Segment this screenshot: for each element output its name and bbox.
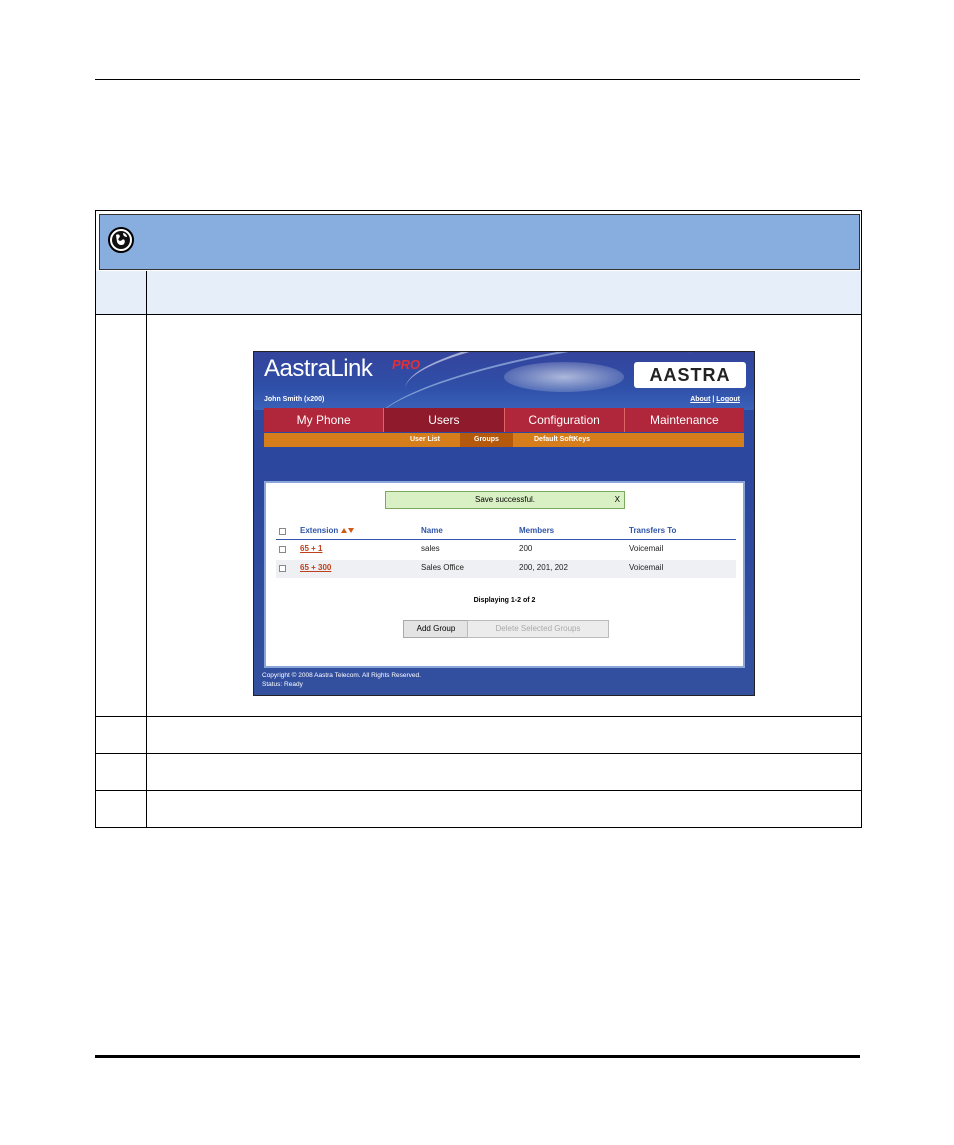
extension-link[interactable]: 65 + 300 <box>300 563 331 572</box>
col-name-header: Name <box>421 526 443 535</box>
main-nav: My Phone Users Configuration Maintenance <box>264 408 744 432</box>
about-link[interactable]: About <box>690 396 710 403</box>
header-rule <box>95 79 860 80</box>
sort-asc-icon <box>341 528 348 533</box>
table-row <box>95 717 862 754</box>
table-row <box>276 560 736 578</box>
copyright-text: Copyright © 2008 Aastra Telecom. All Rig… <box>262 672 421 679</box>
table-row <box>95 791 862 828</box>
sort-desc-icon <box>348 528 355 533</box>
footer-rule <box>95 1055 860 1058</box>
row-checkbox[interactable] <box>279 546 286 553</box>
select-all-checkbox[interactable] <box>279 528 286 535</box>
app-footer: Copyright © 2008 Aastra Telecom. All Rig… <box>262 671 421 689</box>
close-message-button[interactable]: X <box>615 492 620 508</box>
step-number-cell <box>96 791 147 827</box>
groups-panel: Save successful. X Extension Name Member… <box>264 481 745 668</box>
brand-suffix: PRO <box>392 357 421 372</box>
group-members: 200 <box>519 544 533 553</box>
group-name: Sales Office <box>421 563 464 572</box>
group-name: sales <box>421 544 440 553</box>
brand-title: AastraLink <box>264 355 373 382</box>
link-separator: | <box>712 396 715 403</box>
group-members: 200, 201, 202 <box>519 563 568 572</box>
step-number-cell <box>96 271 147 314</box>
aastralink-screenshot: AastraLink PRO AASTRA John Smith (x200) … <box>253 351 755 696</box>
save-message-text: Save successful. <box>474 495 536 504</box>
extension-link[interactable]: 65 + 1 <box>300 544 322 553</box>
col-transfers-header: Transfers To <box>629 526 677 535</box>
table-header <box>95 210 862 272</box>
tab-maintenance[interactable]: Maintenance <box>625 408 744 432</box>
tab-configuration[interactable]: Configuration <box>505 408 625 432</box>
table-row <box>95 754 862 791</box>
user-label: John Smith (x200) <box>264 396 325 403</box>
logout-link[interactable]: Logout <box>716 396 740 403</box>
tab-users[interactable]: Users <box>384 408 505 432</box>
subnav-default-softkeys[interactable]: Default SoftKeys <box>534 433 590 447</box>
header-divider <box>276 539 736 540</box>
step-number-cell <box>96 315 147 716</box>
subnav-user-list[interactable]: User List <box>410 433 440 447</box>
row-checkbox[interactable] <box>279 565 286 572</box>
table-header-bar <box>99 214 860 270</box>
step-number-cell <box>96 717 147 753</box>
status-text: Status: Ready <box>262 681 303 688</box>
table-row-step-header <box>95 271 862 315</box>
app-banner: AastraLink PRO AASTRA <box>254 352 754 410</box>
add-group-button[interactable]: Add Group <box>403 620 469 638</box>
delete-selected-groups-button[interactable]: Delete Selected Groups <box>467 620 609 638</box>
top-links: About | Logout <box>690 396 740 403</box>
save-message: Save successful. X <box>385 491 625 509</box>
sub-nav: User List Groups Default SoftKeys <box>264 433 744 447</box>
group-transfers: Voicemail <box>629 544 664 553</box>
tab-my-phone[interactable]: My Phone <box>264 408 385 432</box>
aastra-logo: AASTRA <box>634 362 746 388</box>
group-transfers: Voicemail <box>629 563 664 572</box>
pagination-text: Displaying 1-2 of 2 <box>473 597 536 604</box>
col-members-header: Members <box>519 526 555 535</box>
step-number-cell <box>96 754 147 790</box>
col-extension-header[interactable]: Extension <box>300 526 355 535</box>
globe-icon <box>108 227 134 253</box>
subnav-groups[interactable]: Groups <box>460 433 513 447</box>
